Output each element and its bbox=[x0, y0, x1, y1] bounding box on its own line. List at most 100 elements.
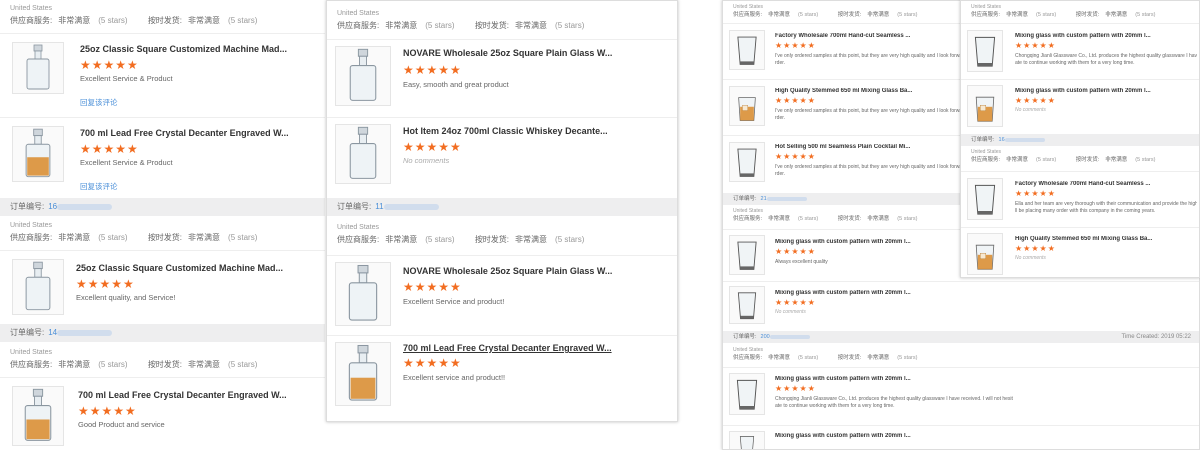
review-comment: Chongqing Jianli Glassware Co., Ltd. pro… bbox=[1015, 53, 1197, 59]
review-item: Mixing glass with custom pattern with 20… bbox=[723, 425, 1199, 449]
product-title[interactable]: NOVARE Wholesale 25oz Square Plain Glass… bbox=[403, 48, 675, 58]
star-rating: ★★★★★ bbox=[78, 404, 137, 418]
mixing-glass-icon[interactable] bbox=[729, 286, 765, 324]
product-title[interactable]: Factory Wholesale 700ml Hand-cut Seamles… bbox=[1015, 181, 1197, 187]
buyer-location: United States bbox=[10, 349, 53, 356]
order-header: United States 供应商服务: 非常满意 (5 stars) 按时发货: 非… bbox=[961, 4, 1199, 20]
decanter-icon[interactable] bbox=[12, 259, 64, 315]
whiskey-glass-icon[interactable] bbox=[967, 233, 1003, 275]
review-item: 700 ml Lead Free Crystal Decanter Engrav… bbox=[327, 335, 677, 421]
reply-link[interactable]: 回复该评论 bbox=[80, 181, 118, 192]
time-created: Time Created: 2019 05:22 bbox=[1121, 334, 1192, 340]
decanter-icon[interactable] bbox=[335, 46, 391, 106]
order-number[interactable]: 16 bbox=[999, 137, 1005, 143]
star-rating: ★★★★★ bbox=[403, 140, 462, 154]
review-comment: Easy, smooth and great product bbox=[403, 80, 509, 89]
order-number[interactable]: 200 bbox=[761, 334, 770, 340]
rating-summary: 供应商服务: 非常满意 (5 stars) 按时发货: 非常满意 (5 stars) bbox=[971, 12, 1156, 18]
mixing-glass-icon[interactable] bbox=[729, 235, 765, 275]
product-title[interactable]: Mixing glass with custom pattern with 20… bbox=[775, 376, 1005, 382]
product-title[interactable]: High Quality Stemmed 650 ml Mixing Glass… bbox=[775, 88, 960, 94]
review-item: Factory Wholesale 700ml Hand-cut Seamles… bbox=[961, 171, 1199, 227]
order-number[interactable]: 14 bbox=[48, 328, 57, 337]
review-item: Mixing glass with custom pattern with 20… bbox=[961, 79, 1199, 131]
order-number-bar: 订单编号: 16 bbox=[961, 134, 1199, 146]
mixing-glass-icon[interactable] bbox=[967, 30, 1003, 72]
review-comment: I've only ordered samples at this point,… bbox=[775, 164, 960, 170]
product-title[interactable]: Hot Selling 500 ml Seamless Plain Cockta… bbox=[775, 144, 960, 150]
review-comment-continued: ate to continue working with them for a … bbox=[775, 403, 895, 409]
review-comment: I've only ordered samples at this point,… bbox=[775, 108, 960, 114]
review-item: Mixing glass with custom pattern with 20… bbox=[723, 281, 1199, 327]
star-rating: ★★★★★ bbox=[775, 247, 816, 256]
product-title[interactable]: NOVARE Wholesale 25oz Square Plain Glass… bbox=[403, 266, 675, 276]
mixing-glass-icon[interactable] bbox=[967, 178, 1003, 220]
product-title[interactable]: Mixing glass with custom pattern with 20… bbox=[1015, 88, 1197, 94]
rating-summary: 供应商服务: 非常满意 (5 stars) 按时发货: 非常满意 (5 stars) bbox=[337, 235, 585, 244]
product-title[interactable]: 700 ml Lead Free Crystal Decanter Engrav… bbox=[78, 390, 323, 400]
review-comment-continued: ate to continue working with them for a … bbox=[1015, 60, 1135, 66]
product-title[interactable]: 700 ml Lead Free Crystal Decanter Engrav… bbox=[403, 343, 675, 353]
product-title[interactable]: High Quality Stemmed 650 ml Mixing Glass… bbox=[1015, 236, 1197, 242]
star-rating: ★★★★★ bbox=[1015, 189, 1056, 198]
star-rating: ★★★★★ bbox=[775, 384, 816, 393]
order-number-bar: 订单编号: 11 bbox=[327, 198, 677, 216]
review-comment: No comments bbox=[403, 156, 450, 165]
rating-summary: 供应商服务: 非常满意 (5 stars) 按时发货: 非常满意 (5 stars) bbox=[10, 360, 258, 369]
review-item: High Quality Stemmed 650 ml Mixing Glass… bbox=[961, 227, 1199, 277]
star-rating: ★★★★★ bbox=[775, 41, 816, 50]
buyer-location: United States bbox=[971, 149, 1002, 155]
review-item: 25oz Classic Square Customized Machine M… bbox=[0, 33, 325, 117]
review-comment: Excellent service and product!! bbox=[403, 373, 506, 382]
review-item: NOVARE Wholesale 25oz Square Plain Glass… bbox=[327, 255, 677, 335]
buyer-location: United States bbox=[733, 347, 764, 353]
buyer-location: United States bbox=[337, 224, 380, 231]
whiskey-glass-icon[interactable] bbox=[729, 86, 765, 126]
mixing-glass-icon[interactable] bbox=[729, 142, 765, 182]
whiskey-glass-icon[interactable] bbox=[967, 85, 1003, 127]
product-title[interactable]: Mixing glass with custom pattern with 20… bbox=[775, 239, 960, 245]
product-title[interactable]: Factory Wholesale 700ml Hand-cut Seamles… bbox=[775, 33, 960, 39]
product-title[interactable]: 700 ml Lead Free Crystal Decanter Engrav… bbox=[80, 128, 320, 138]
product-title[interactable]: Mixing glass with custom pattern with 20… bbox=[775, 433, 1005, 439]
review-comment: No comments bbox=[775, 309, 806, 315]
reply-link[interactable]: 回复该评论 bbox=[80, 97, 118, 108]
star-rating: ★★★★★ bbox=[403, 63, 462, 77]
rating-summary: 供应商服务: 非常满意 (5 stars) 按时发货: 非常满意 (5 stars) bbox=[10, 233, 258, 242]
decanter-icon[interactable] bbox=[335, 262, 391, 326]
rating-summary: 供应商服务: 非常满意 (5 stars) 按时发货: 非常满意 (5 stars) bbox=[733, 355, 918, 361]
mixing-glass-icon[interactable] bbox=[729, 373, 765, 415]
decanter-icon[interactable] bbox=[335, 124, 391, 184]
order-number[interactable]: 21 bbox=[761, 196, 767, 202]
review-comment: No comments bbox=[1015, 107, 1046, 113]
whiskey-decanter-icon[interactable] bbox=[335, 342, 391, 406]
mixing-glass-icon[interactable] bbox=[729, 431, 765, 449]
order-number[interactable]: 11 bbox=[375, 202, 383, 211]
order-header: United States 供应商服务: 非常满意 (5 stars) 按时发货: 非… bbox=[0, 221, 325, 245]
review-item: Mixing glass with custom pattern with 20… bbox=[961, 23, 1199, 79]
rating-summary: 供应商服务: 非常满意 (5 stars) 按时发货: 非常满意 (5 stars) bbox=[337, 21, 585, 30]
product-title[interactable]: Mixing glass with custom pattern with 20… bbox=[775, 290, 960, 296]
order-header: United States 供应商服务: 非常满意 (5 stars) 按时发货: 非… bbox=[723, 347, 1199, 363]
product-title[interactable]: Mixing glass with custom pattern with 20… bbox=[1015, 33, 1197, 39]
star-rating: ★★★★★ bbox=[76, 277, 135, 291]
whiskey-decanter-icon[interactable] bbox=[12, 126, 64, 182]
star-rating: ★★★★★ bbox=[775, 96, 816, 105]
product-title[interactable]: 25oz Classic Square Customized Machine M… bbox=[76, 263, 321, 273]
mixing-glass-icon[interactable] bbox=[729, 30, 765, 70]
rating-summary: 供应商服务: 非常满意 (5 stars) 按时发货: 非常满意 (5 stars) bbox=[971, 157, 1156, 163]
order-number-bar: 订单编号: 16 bbox=[0, 198, 325, 216]
product-title[interactable]: 25oz Classic Square Customized Machine M… bbox=[80, 44, 320, 54]
review-item: 700 ml Lead Free Crystal Decanter Engrav… bbox=[0, 377, 325, 450]
buyer-location: United States bbox=[10, 222, 53, 229]
order-number-bar: 订单编号: 14 bbox=[0, 324, 325, 342]
review-comment: Excellent quality, and Service! bbox=[76, 293, 176, 302]
star-rating: ★★★★★ bbox=[1015, 96, 1056, 105]
decanter-icon[interactable] bbox=[12, 42, 64, 94]
star-rating: ★★★★★ bbox=[775, 298, 816, 307]
order-header: United States 供应商服务: 非常满意 (5 stars) 按时发货: 非… bbox=[961, 149, 1199, 165]
whiskey-decanter-icon[interactable] bbox=[12, 386, 64, 446]
buyer-location: United States bbox=[10, 5, 53, 12]
product-title[interactable]: Hot Item 24oz 700ml Classic Whiskey Deca… bbox=[403, 126, 675, 136]
order-number[interactable]: 16 bbox=[48, 202, 57, 211]
